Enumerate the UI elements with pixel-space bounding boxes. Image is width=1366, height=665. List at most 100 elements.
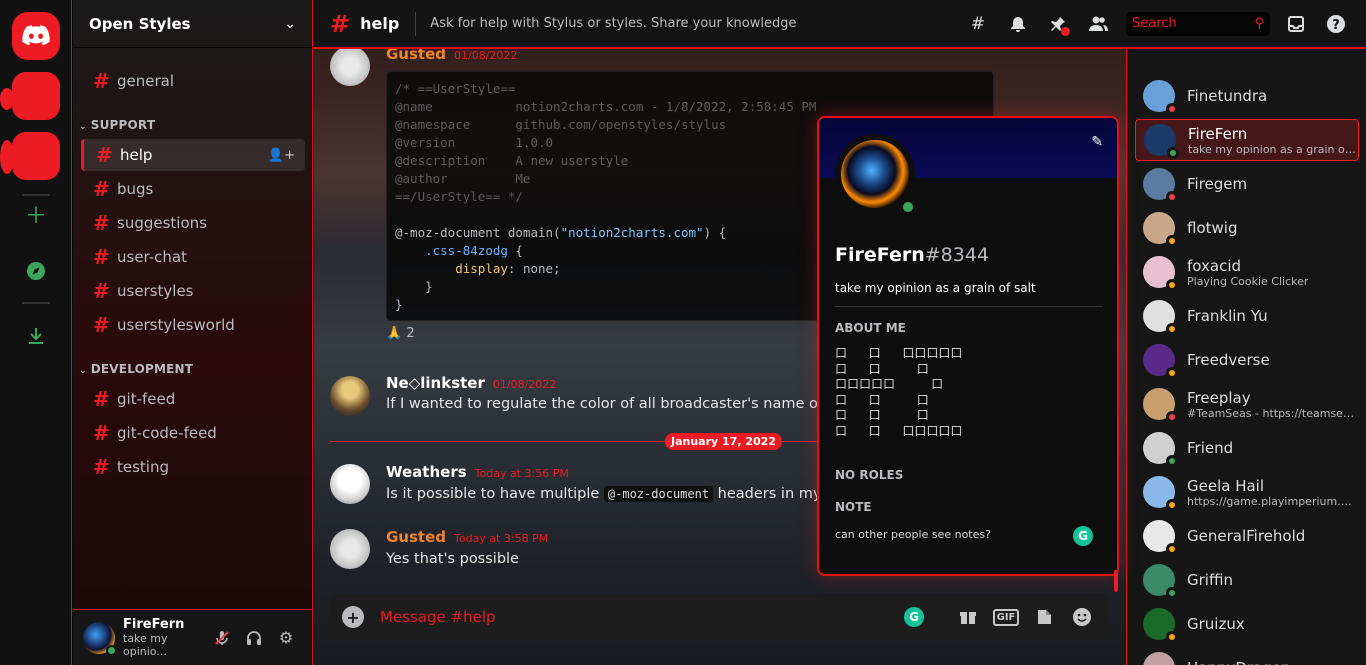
category-development[interactable]: ⌄ DEVELOPMENT [79, 362, 193, 376]
gif-picker-icon[interactable]: GIF [992, 603, 1020, 631]
note-input[interactable]: can other people see notes? [835, 528, 991, 541]
channel-label: bugs [117, 180, 154, 198]
pinned-messages-icon[interactable] [1044, 10, 1072, 38]
channel-suggestions[interactable]: # suggestions [81, 207, 305, 239]
hash-icon: # [330, 9, 351, 38]
category-support[interactable]: ⌄ SUPPORT [79, 118, 155, 132]
channel-label: testing [117, 458, 170, 476]
headphones-icon[interactable] [238, 622, 270, 654]
message-text: Is it possible to have multiple @-moz-do… [386, 486, 852, 502]
grammarly-icon[interactable]: G [1073, 526, 1093, 546]
hash-icon: # [93, 211, 110, 235]
mute-mic-icon[interactable] [206, 622, 238, 654]
avatar[interactable] [330, 46, 370, 86]
channel-label: help [120, 146, 153, 164]
emoji-icon[interactable] [1068, 603, 1096, 631]
member-item[interactable]: GeneralFirehold [1135, 515, 1359, 557]
member-name: Gruizux [1187, 615, 1245, 633]
channel-testing[interactable]: # testing [81, 451, 305, 483]
member-item[interactable]: flotwig [1135, 207, 1359, 249]
user-info[interactable]: FireFern take my opinio... [123, 617, 206, 658]
member-name: foxacid [1187, 256, 1242, 275]
member-text: Finetundra [1187, 87, 1267, 105]
hash-icon: # [93, 455, 110, 479]
explore-icon[interactable] [22, 257, 50, 285]
member-item[interactable]: Franklin Yu [1135, 295, 1359, 337]
add-server-icon[interactable]: ＋ [22, 200, 50, 229]
avatar[interactable] [330, 376, 370, 416]
reaction[interactable]: 🙏 2 [386, 326, 415, 341]
avatar [1143, 168, 1178, 203]
member-item[interactable]: FireFern take my opinion as a grain of s.… [1135, 119, 1359, 161]
member-name: GeneralFirehold [1187, 527, 1306, 545]
avatar [1143, 212, 1178, 247]
gift-icon[interactable] [954, 603, 982, 631]
idle-status-icon [1166, 235, 1178, 247]
member-name: Freeplay [1187, 388, 1251, 407]
notification-bell-icon[interactable] [1004, 10, 1032, 38]
member-item[interactable]: Firegem [1135, 163, 1359, 205]
dnd-status-icon [1166, 191, 1178, 203]
settings-gear-icon[interactable]: ⚙ [270, 622, 302, 654]
threads-icon[interactable]: # [964, 10, 992, 38]
divider [835, 306, 1103, 307]
member-list: Finetundra FireFern take my opinion as a g… [1126, 49, 1366, 665]
user-profile-popout: ✎ FireFern#8344 take my opinion as a gra… [817, 116, 1119, 576]
guild-header[interactable]: Open Styles ⌄ [73, 0, 312, 48]
profile-discriminator: #8344 [924, 244, 990, 266]
search-input[interactable]: Search ⚲ [1126, 11, 1270, 36]
avatar[interactable] [330, 464, 370, 504]
divider [415, 11, 417, 36]
server-icon[interactable] [12, 132, 60, 180]
message-author[interactable]: Ne◇linkster [386, 374, 485, 392]
chevron-down-icon: ⌄ [284, 15, 296, 32]
member-name: Franklin Yu [1187, 307, 1268, 325]
inbox-icon[interactable] [1282, 10, 1310, 38]
channel-git-code-feed[interactable]: # git-code-feed [81, 417, 305, 449]
member-list-icon[interactable] [1084, 10, 1112, 38]
channel-userstyles[interactable]: # userstyles [81, 275, 305, 307]
avatar [1143, 300, 1178, 335]
channel-bugs[interactable]: # bugs [81, 173, 305, 205]
rail-separator [22, 194, 50, 196]
channel-userstylesworld[interactable]: # userstylesworld [81, 309, 305, 341]
member-name: Griffin [1187, 571, 1233, 589]
avatar[interactable] [83, 621, 117, 656]
download-icon[interactable] [22, 322, 50, 350]
home-button[interactable] [12, 12, 60, 60]
idle-status-icon [1166, 631, 1178, 643]
channel-user-chat[interactable]: # user-chat [81, 241, 305, 273]
edit-pencil-icon[interactable]: ✎ [1091, 134, 1103, 150]
member-item[interactable]: Freeplay #TeamSeas - https://teamsea... [1135, 383, 1359, 425]
message-header: Weathers Today at 3:56 PM [386, 463, 569, 481]
idle-status-icon [1166, 367, 1178, 379]
grammarly-icon[interactable]: G [904, 607, 924, 627]
message-input[interactable]: Message #help [380, 608, 904, 626]
sticker-icon[interactable] [1030, 603, 1058, 631]
member-item[interactable]: Friend [1135, 427, 1359, 469]
discord-logo-icon [22, 25, 50, 46]
member-item[interactable]: Gruizux [1135, 603, 1359, 645]
scrollbar-thumb[interactable] [1114, 570, 1118, 592]
message-author[interactable]: Gusted [386, 528, 446, 546]
message-author[interactable]: Weathers [386, 463, 467, 481]
member-item[interactable]: Griffin [1135, 559, 1359, 601]
channel-topic[interactable]: Ask for help with Stylus or styles. Shar… [430, 16, 952, 31]
server-icon[interactable] [12, 72, 60, 120]
guild-name: Open Styles [89, 14, 191, 33]
member-item[interactable]: foxacid Playing Cookie Clicker [1135, 251, 1359, 293]
member-item[interactable]: Geela Hail https://game.playimperium.c... [1135, 471, 1359, 513]
channel-git-feed[interactable]: # git-feed [81, 383, 305, 415]
dnd-status-icon [1166, 103, 1178, 115]
avatar[interactable] [330, 529, 370, 569]
avatar [1143, 80, 1178, 115]
add-attachment-icon[interactable]: + [342, 606, 364, 628]
member-item[interactable]: Finetundra [1135, 75, 1359, 117]
help-icon[interactable]: ? [1322, 10, 1350, 38]
avatar [1143, 432, 1178, 467]
channel-general[interactable]: # general [81, 65, 305, 97]
channel-help[interactable]: # help 👤+ [81, 139, 305, 171]
member-item[interactable]: HappyDragon [1135, 647, 1359, 665]
member-item[interactable]: Freedverse [1135, 339, 1359, 381]
invite-user-icon[interactable]: 👤+ [268, 148, 295, 163]
